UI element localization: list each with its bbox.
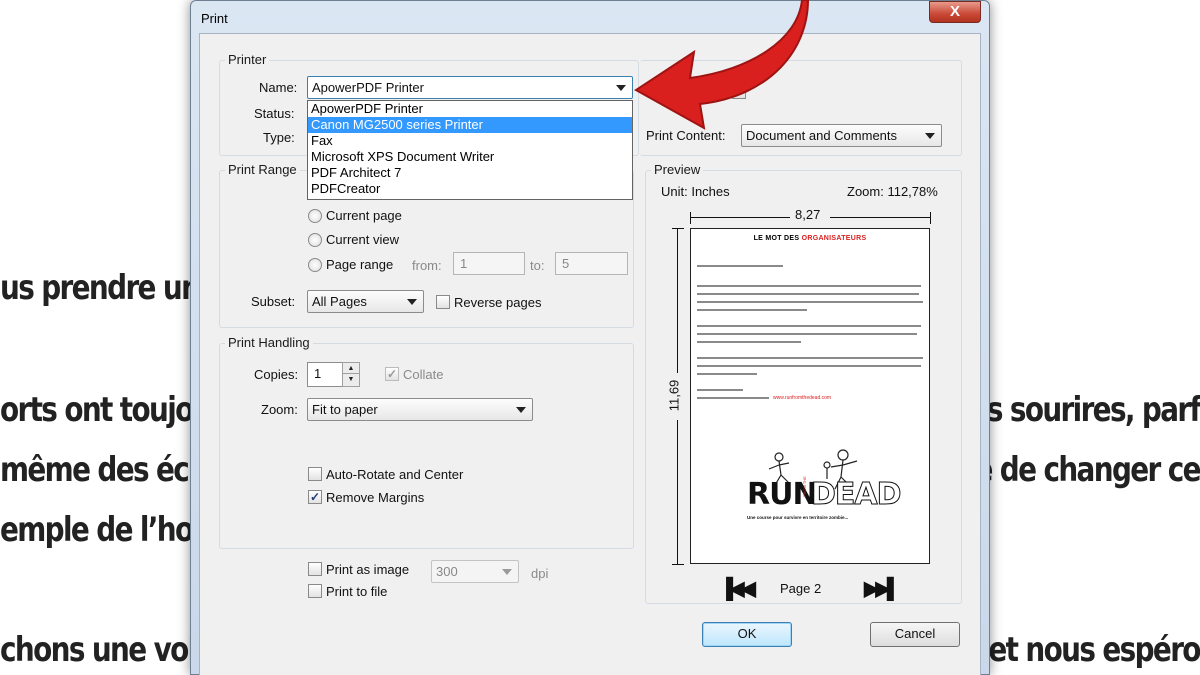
print-to-file-checkbox[interactable] <box>308 584 322 598</box>
chevron-down-icon[interactable]: ▼ <box>343 374 359 385</box>
width-tick-left <box>690 212 691 224</box>
subset-select[interactable]: All Pages <box>307 290 424 313</box>
subset-value: All Pages <box>312 294 367 309</box>
current-view-label: Current view <box>326 232 399 247</box>
height-tick-top <box>672 228 684 229</box>
height-line-bottom <box>677 420 678 564</box>
to-label: to: <box>530 258 545 273</box>
print-as-image-checkbox[interactable] <box>308 562 322 576</box>
page-to-input[interactable]: 5 <box>555 252 628 275</box>
printer-dropdown-list[interactable]: ApowerPDF Printer Canon MG2500 series Pr… <box>307 100 633 200</box>
background-text-line: emple de l’ho <box>0 510 194 550</box>
preview-group-label: Preview <box>651 162 704 177</box>
background-text-line: chons une vol <box>0 630 197 670</box>
printer-name-label: Name: <box>259 80 298 95</box>
print-to-file-label: Print to file <box>326 584 388 599</box>
background-text-line: et nous espéro <box>988 630 1200 670</box>
ok-button[interactable]: OK <box>702 622 792 647</box>
current-page-label: Current page <box>326 208 402 223</box>
height-line-top <box>677 228 678 373</box>
last-page-icon[interactable]: ▶▶▌ <box>864 576 901 601</box>
printer-name-select[interactable]: ApowerPDF Printer <box>307 76 633 99</box>
preview-height-value: 11,69 <box>666 379 682 412</box>
auto-rotate-checkbox[interactable] <box>308 467 322 481</box>
title-bar[interactable]: Print X <box>191 1 989 33</box>
background-text-line: es sourires, parf <box>969 390 1200 430</box>
close-button[interactable]: X <box>929 1 981 23</box>
first-page-icon[interactable]: ▐◀◀ <box>719 576 756 601</box>
page-from-input[interactable]: 1 <box>453 252 525 275</box>
printer-option[interactable]: Fax <box>308 133 632 149</box>
printer-status-label: Status: <box>254 106 295 121</box>
height-tick-bottom <box>672 564 684 565</box>
red-arrow-annotation <box>634 0 810 130</box>
width-tick-right <box>930 212 931 224</box>
cancel-button[interactable]: Cancel <box>870 622 960 647</box>
chevron-down-icon <box>516 407 526 413</box>
logo-dead: DEAD <box>811 477 903 513</box>
doc-link: www.runfromthedead.com <box>773 395 832 401</box>
print-as-image-label: Print as image <box>326 562 410 577</box>
background-text-line: orts ont toujou <box>0 390 212 430</box>
subset-label: Subset: <box>251 294 296 309</box>
dpi-select[interactable]: 300 <box>431 560 519 583</box>
zoom-select[interactable]: Fit to paper <box>307 398 533 421</box>
printer-type-label: Type: <box>263 130 295 145</box>
width-line-left <box>690 217 790 218</box>
check-icon: ✓ <box>309 490 321 504</box>
preview-unit-label: Unit: Inches <box>661 184 730 199</box>
background-text-line: même des écl <box>0 450 198 490</box>
reverse-pages-label: Reverse pages <box>454 295 542 310</box>
chevron-down-icon <box>925 133 935 139</box>
preview-width-value: 8,27 <box>795 207 821 222</box>
close-icon: X <box>949 3 960 20</box>
printer-option[interactable]: PDFCreator <box>308 181 632 197</box>
copies-label: Copies: <box>254 367 299 382</box>
auto-rotate-label: Auto-Rotate and Center <box>326 467 464 482</box>
dpi-label: dpi <box>531 566 549 581</box>
printer-group-label: Printer <box>225 52 270 67</box>
chevron-down-icon <box>616 85 626 91</box>
collate-checkbox[interactable]: ✓ <box>385 367 399 381</box>
reverse-pages-checkbox[interactable] <box>436 295 450 309</box>
page-range-label: Page range <box>326 257 394 272</box>
zoom-label: Zoom: <box>261 402 298 417</box>
background-text-line: us prendre un <box>0 268 201 308</box>
page-range-radio[interactable] <box>308 258 322 272</box>
print-range-group-label: Print Range <box>225 162 300 177</box>
logo-from: FROM THE <box>802 476 807 497</box>
printer-name-value: ApowerPDF Printer <box>312 80 424 95</box>
logo-tagline: Une course pour survivre en territoire z… <box>747 515 849 520</box>
preview-page-label: Page 2 <box>780 581 822 596</box>
printer-option[interactable]: ApowerPDF Printer <box>308 101 632 117</box>
width-line-right <box>830 217 930 218</box>
current-page-radio[interactable] <box>308 209 322 223</box>
copies-stepper[interactable]: ▲ ▼ <box>342 362 360 387</box>
chevron-up-icon[interactable]: ▲ <box>343 363 359 374</box>
dialog-title: Print <box>201 11 228 26</box>
chevron-down-icon <box>407 299 417 305</box>
printer-option[interactable]: Microsoft XPS Document Writer <box>308 149 632 165</box>
preview-page: LE MOT DES ORGANISATEURS www.runfromthed… <box>690 228 930 564</box>
preview-zoom-label: Zoom: 112,78% <box>847 184 938 199</box>
zoom-value: Fit to paper <box>312 402 378 417</box>
printer-option-selected[interactable]: Canon MG2500 series Printer <box>308 117 632 133</box>
remove-margins-label: Remove Margins <box>326 490 425 505</box>
background-text-line: e de changer ce <box>974 450 1200 490</box>
remove-margins-checkbox[interactable]: ✓ <box>308 490 322 504</box>
chevron-down-icon <box>502 569 512 575</box>
copies-input[interactable]: 1 <box>307 362 343 387</box>
dpi-value: 300 <box>436 564 458 579</box>
printer-option[interactable]: PDF Architect 7 <box>308 165 632 181</box>
collate-label: Collate <box>403 367 444 382</box>
print-handling-group-label: Print Handling <box>225 335 313 350</box>
from-label: from: <box>412 258 442 273</box>
current-view-radio[interactable] <box>308 233 322 247</box>
check-icon: ✓ <box>386 367 398 381</box>
